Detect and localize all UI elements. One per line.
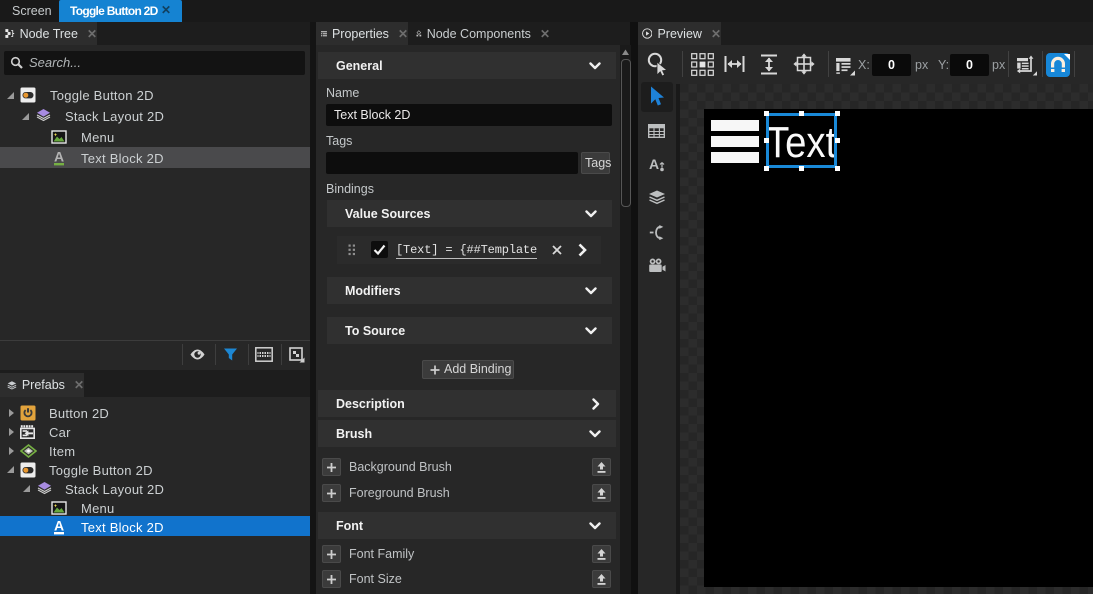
svg-text:A: A: [54, 519, 64, 534]
svg-text:A: A: [649, 156, 659, 172]
svg-text:A: A: [54, 150, 64, 165]
